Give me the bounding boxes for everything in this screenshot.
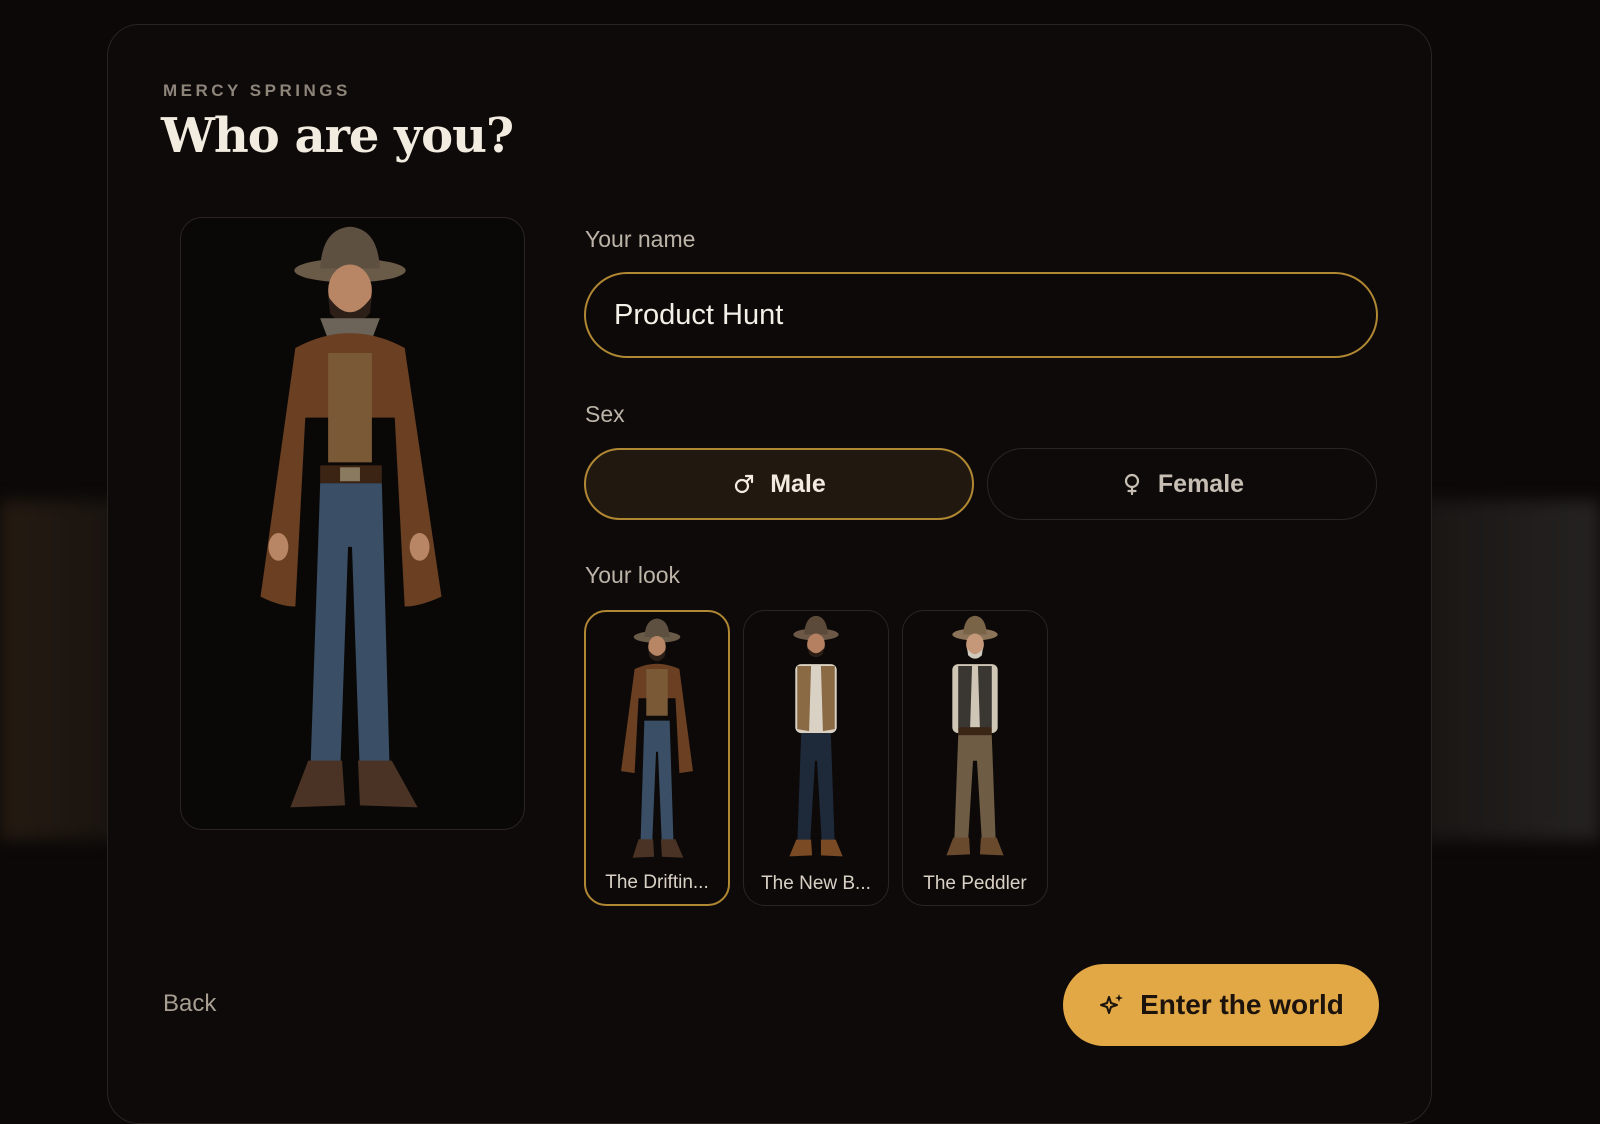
sex-label: Sex — [585, 401, 625, 427]
look-option-drifter[interactable]: The Driftin... — [584, 610, 730, 906]
female-symbol-icon — [1124, 473, 1140, 496]
look-option-new-b[interactable]: The New B... — [743, 610, 889, 906]
look-option-name: The New B... — [761, 873, 871, 894]
sparkles-icon — [1100, 994, 1124, 1014]
page-title: Who are you? — [161, 108, 514, 164]
name-label: Your name — [585, 226, 696, 252]
look-option-peddler[interactable]: The Peddler — [902, 610, 1048, 906]
sex-option-label: Male — [770, 469, 826, 498]
look-option-name: The Peddler — [923, 873, 1027, 894]
drifter-portrait-image — [621, 618, 693, 858]
back-link[interactable]: Back — [163, 990, 216, 1018]
character-portrait — [180, 217, 525, 830]
peddler-portrait-image — [946, 615, 1004, 856]
sex-option-female[interactable]: Female — [987, 448, 1377, 520]
sex-option-label: Female — [1157, 469, 1245, 498]
look-option-name: The Driftin... — [605, 872, 709, 893]
new-b-portrait-image — [789, 615, 843, 857]
cowboy-portrait-image — [260, 226, 442, 808]
name-input[interactable] — [584, 272, 1378, 358]
enter-world-label: Enter the world — [1140, 989, 1344, 1020]
look-label: Your look — [585, 562, 681, 588]
male-symbol-icon — [735, 474, 754, 494]
sex-option-male[interactable]: Male — [584, 448, 974, 520]
world-name: MERCY SPRINGS — [163, 81, 351, 100]
enter-world-button[interactable]: Enter the world — [1063, 964, 1379, 1046]
